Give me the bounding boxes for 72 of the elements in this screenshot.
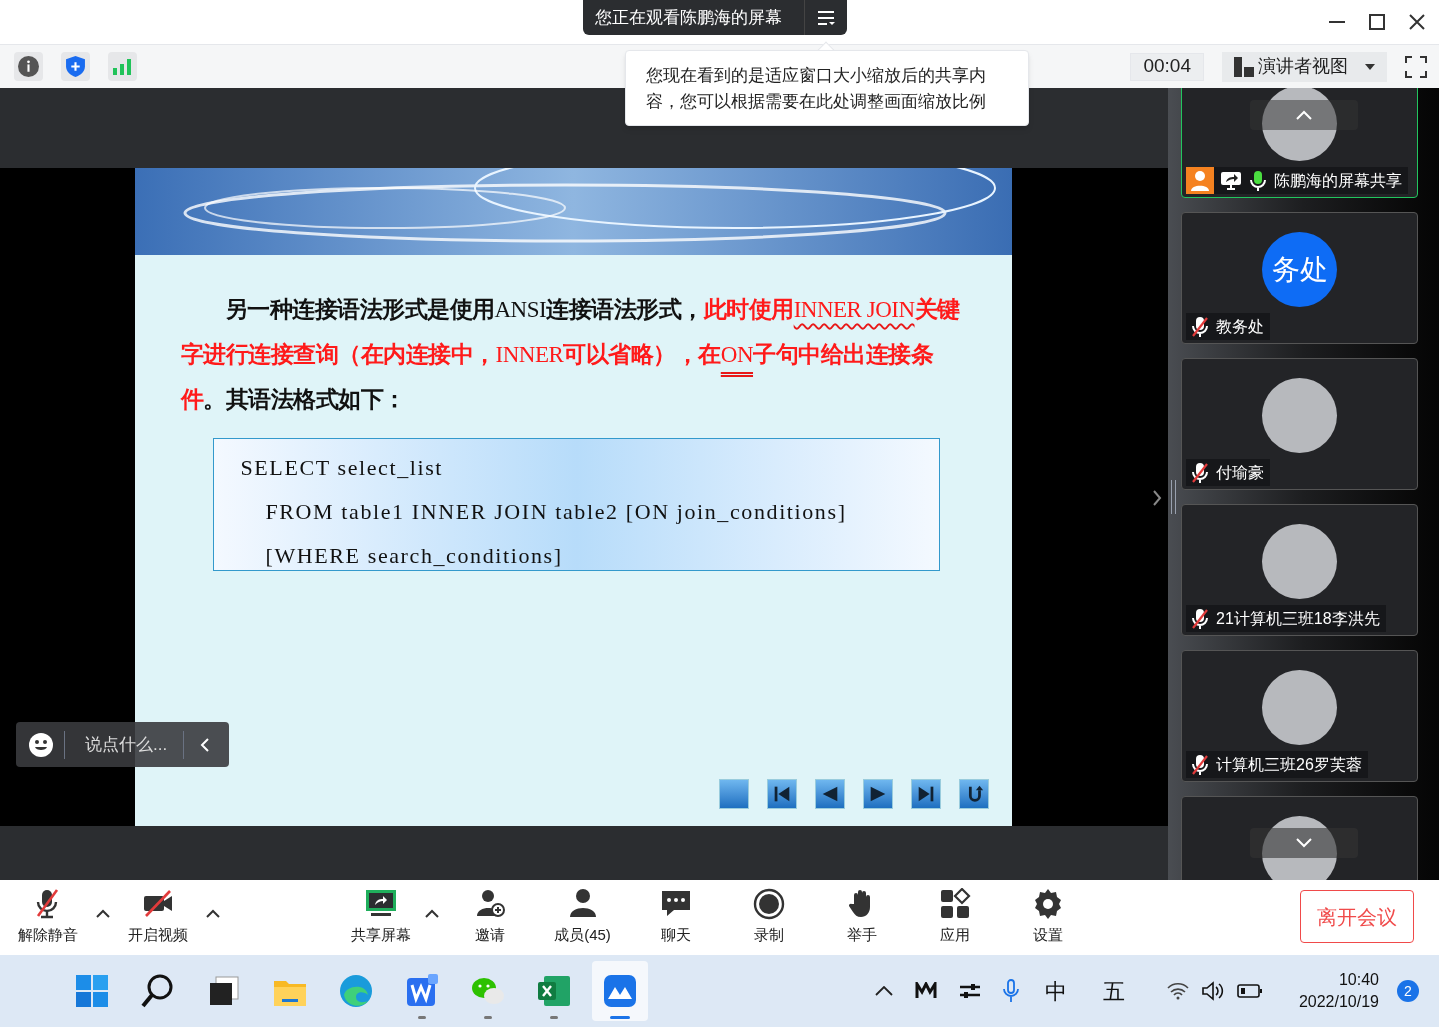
toolbar-button[interactable]: 应用 bbox=[908, 884, 1001, 951]
chevron-up-icon[interactable] bbox=[874, 986, 893, 996]
expand-icon[interactable] bbox=[1152, 489, 1162, 507]
toolbar-button[interactable]: 录制 bbox=[722, 884, 815, 951]
slide-nav-button[interactable] bbox=[910, 779, 941, 809]
view-dropdown[interactable]: 演讲者视图 bbox=[1222, 51, 1387, 82]
leave-meeting-button[interactable]: 离开会议 bbox=[1300, 890, 1414, 943]
toolbar-button[interactable]: 解除静音 bbox=[8, 884, 88, 951]
participant-name: 21计算机三班18李洪先 bbox=[1216, 608, 1380, 629]
toolbar-button[interactable]: 开启视频 bbox=[118, 884, 198, 951]
speaker-icon[interactable] bbox=[1200, 981, 1225, 1001]
document-w-icon bbox=[404, 973, 440, 1009]
chat-input[interactable]: 说点什么... bbox=[85, 731, 183, 758]
menu-icon[interactable] bbox=[817, 9, 835, 26]
code-line: SELECT select_list bbox=[240, 454, 445, 482]
emoji-icon[interactable] bbox=[29, 732, 53, 757]
input-mode-indicator[interactable]: 五 bbox=[1102, 974, 1125, 1008]
browser-icon bbox=[338, 973, 374, 1009]
record-icon bbox=[752, 888, 785, 921]
chevron-up-icon bbox=[1295, 110, 1313, 120]
chat-input-bar[interactable]: 说点什么... bbox=[16, 722, 229, 767]
signal-icon bbox=[113, 58, 132, 75]
caret-up-icon[interactable] bbox=[206, 909, 220, 918]
clock-time[interactable]: 10:40 bbox=[1338, 969, 1379, 991]
maximize-icon[interactable] bbox=[1367, 12, 1387, 32]
scroll-down-button[interactable] bbox=[1250, 828, 1358, 858]
spreadsheet-icon bbox=[536, 973, 572, 1009]
caret-up-icon[interactable] bbox=[96, 909, 110, 918]
slide-nav-button[interactable] bbox=[814, 779, 845, 809]
avatar: 务处 bbox=[1262, 232, 1337, 307]
participant-name: 付瑜豪 bbox=[1216, 462, 1264, 483]
meeting-app-icon bbox=[602, 973, 638, 1009]
wifi-icon[interactable] bbox=[1166, 982, 1189, 1000]
security-button[interactable] bbox=[61, 52, 90, 81]
toolbar-button[interactable]: 邀请 bbox=[443, 884, 536, 951]
tray-m-icon[interactable] bbox=[914, 982, 937, 1000]
slide-nav-button[interactable] bbox=[766, 779, 797, 809]
close-icon[interactable] bbox=[1407, 12, 1427, 32]
caret-up-icon[interactable] bbox=[425, 909, 439, 918]
battery-icon[interactable] bbox=[1236, 983, 1263, 999]
toolbar-button[interactable]: 聊天 bbox=[629, 884, 722, 951]
slide-nav-button[interactable] bbox=[958, 779, 989, 809]
chevron-down-icon bbox=[1295, 838, 1313, 848]
info-icon bbox=[18, 56, 39, 77]
toolbar-button[interactable]: 成员(45) bbox=[536, 884, 629, 951]
toolbar-button[interactable]: 共享屏幕 bbox=[341, 884, 421, 951]
microphone-icon[interactable] bbox=[1002, 979, 1019, 1003]
slide-paragraph: 另一种连接语法形式是使用ANSI连接语法形式，此时使用INNER JOIN关键字进行连接查询（在内连接中，INNER可以省略），在ON子句中给出连接条件。其语法格式如下： bbox=[179, 295, 961, 414]
windows-logo-icon bbox=[74, 973, 110, 1009]
collapse-icon[interactable] bbox=[200, 736, 210, 753]
toolbar-button[interactable]: 设置 bbox=[1001, 884, 1094, 951]
caret-icon bbox=[1365, 63, 1375, 70]
apps-icon bbox=[938, 888, 971, 921]
notification-badge[interactable]: 2 bbox=[1397, 980, 1419, 1002]
input-method-indicator[interactable]: 中 bbox=[1044, 974, 1067, 1008]
slide-nav-button[interactable] bbox=[862, 779, 893, 809]
participant-name: 教务处 bbox=[1216, 316, 1264, 337]
sliders-icon[interactable] bbox=[958, 982, 981, 1000]
layout-icon bbox=[1234, 56, 1254, 77]
toolbar-button[interactable]: 举手 bbox=[815, 884, 908, 951]
scroll-up-button[interactable] bbox=[1250, 100, 1358, 130]
shield-icon bbox=[66, 56, 85, 77]
code-line: [WHERE search_conditions] bbox=[264, 542, 564, 570]
meeting-timer: 00:04 bbox=[1130, 52, 1204, 81]
zoom-tooltip: 您现在看到的是适应窗口大小缩放后的共享内容，您可以根据需要在此处调整画面缩放比例 bbox=[625, 50, 1029, 126]
participant-name: 陈鹏海的屏幕共享 bbox=[1274, 170, 1402, 191]
fullscreen-icon[interactable] bbox=[1405, 55, 1427, 78]
share-banner-text: 您正在观看陈鹏海的屏幕 bbox=[594, 6, 782, 29]
info-button[interactable] bbox=[14, 52, 43, 81]
clock-date[interactable]: 2022/10/19 bbox=[1298, 991, 1379, 1013]
participant-name: 计算机三班26罗芙蓉 bbox=[1216, 754, 1362, 775]
code-line: FROM table1 INNER JOIN table2 [ON join_conditions] bbox=[264, 498, 848, 526]
